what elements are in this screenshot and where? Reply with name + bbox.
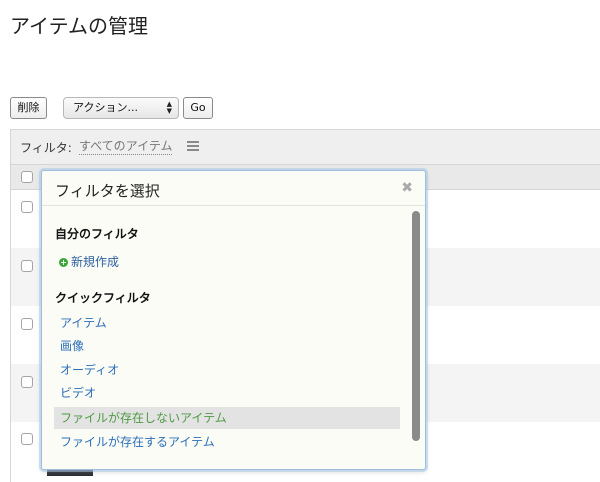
row-checkbox[interactable] [21,318,33,330]
close-icon[interactable]: ✖ [401,180,413,196]
go-button[interactable]: Go [183,97,213,119]
select-arrows-icon: ▲ ▼ [166,100,172,115]
divider [42,205,425,206]
new-filter-label: 新規作成 [71,255,120,269]
filter-label: フィルタ: [20,141,72,155]
action-select[interactable]: アクション... ▲ ▼ [63,97,179,119]
quick-filter-item[interactable]: オーディオ [54,359,400,381]
quick-filter-item[interactable]: 画像 [54,335,400,357]
row-checkbox[interactable] [21,201,33,213]
new-filter-link[interactable]: + 新規作成 [59,253,119,270]
plus-circle-icon: + [59,258,68,267]
quick-filters-heading: クイックフィルタ [55,291,151,305]
quick-filter-item[interactable]: アイテム [54,312,400,334]
row-checkbox[interactable] [21,376,33,388]
row-checkbox[interactable] [21,433,33,445]
current-filter-link[interactable]: すべてのアイテム [79,139,173,155]
quick-filter-item[interactable]: ビデオ [54,382,400,404]
page-title: アイテムの管理 [10,14,148,38]
popover-scrollbar[interactable] [412,211,420,441]
my-filters-heading: 自分のフィルタ [55,227,139,241]
quick-filter-item-hover[interactable]: ファイルが存在しないアイテム [54,407,400,429]
delete-button[interactable]: 削除 [10,97,47,119]
action-select-value: アクション... [73,101,138,114]
quick-filter-item[interactable]: ファイルが存在するアイテム [54,431,400,453]
popover-title: フィルタを選択 [55,182,160,200]
row-checkbox[interactable] [21,260,33,272]
filter-popover: フィルタを選択 ✖ 自分のフィルタ + 新規作成 クイックフィルタ アイテム 画像… [41,170,426,470]
select-all-checkbox[interactable] [21,171,33,183]
list-icon[interactable] [187,141,199,151]
filter-bar: フィルタ: すべてのアイテム [10,129,600,165]
